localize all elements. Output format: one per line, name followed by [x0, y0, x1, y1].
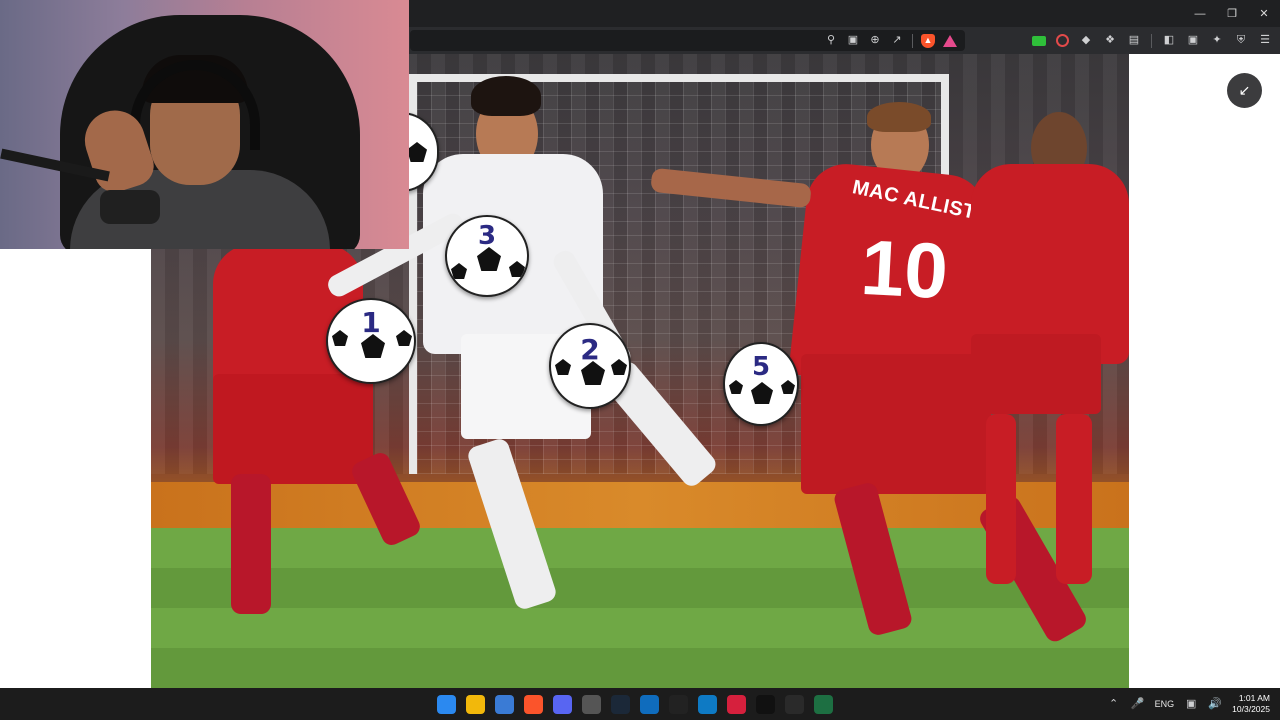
close-icon[interactable]: ✕ [1248, 0, 1280, 27]
right-player-shorts [971, 334, 1101, 414]
cast-icon[interactable]: ▣ [846, 34, 860, 48]
capture-app-icon[interactable] [669, 694, 688, 714]
brave-rewards-icon[interactable] [943, 34, 957, 47]
ball-1: 1 [326, 298, 416, 384]
outlook-icon[interactable] [640, 694, 659, 714]
shirt-number: 10 [858, 222, 951, 316]
key-icon[interactable]: ⚲ [824, 34, 838, 48]
wallet-icon[interactable]: ▣ [1186, 34, 1200, 48]
steam-icon[interactable] [611, 694, 630, 714]
vpn-icon[interactable]: ⛨ [1234, 34, 1248, 48]
clock-date: 10/3/2025 [1232, 704, 1270, 714]
address-bar-actions: ⚲ ▣ ⊕ ↗ ▲ [824, 30, 957, 51]
language-indicator[interactable]: ENG [1155, 699, 1175, 709]
red-app-icon[interactable] [727, 694, 746, 714]
diamond-extension-icon[interactable]: ◆ [1079, 34, 1093, 48]
obs-icon[interactable] [785, 694, 804, 714]
chevron-up-icon[interactable]: ⌃ [1107, 697, 1121, 711]
task-app-icon[interactable] [698, 694, 717, 714]
taskbar-apps [437, 688, 833, 720]
discord-icon[interactable] [553, 694, 572, 714]
ball-3: 3 [445, 215, 529, 297]
divider [1151, 33, 1152, 48]
brave-shield-icon[interactable]: ▲ [921, 33, 935, 48]
clock[interactable]: 1:01 AM 10/3/2025 [1232, 693, 1270, 715]
right-player-leg [1056, 414, 1092, 584]
menu-icon[interactable]: ☰ [1258, 34, 1272, 48]
extension-toolbar: ◆ ❖ ▤ ◧ ▣ ✦ ⛨ ☰ [1032, 27, 1272, 54]
reading-list-icon[interactable]: ▤ [1127, 34, 1141, 48]
microphone-icon[interactable]: 🎤 [1131, 697, 1145, 711]
puzzle-icon[interactable]: ❖ [1103, 34, 1117, 48]
mac-allister-shorts [801, 354, 991, 494]
minimize-icon[interactable]: — [1184, 0, 1216, 27]
clock-app-icon[interactable] [582, 694, 601, 714]
share-icon[interactable]: ↗ [890, 34, 904, 48]
brave-icon[interactable] [524, 694, 543, 714]
tiktok-icon[interactable] [756, 694, 775, 714]
volume-icon[interactable]: 🔊 [1208, 697, 1222, 711]
sidebar-icon[interactable]: ◧ [1162, 34, 1176, 48]
leo-ai-icon[interactable]: ✦ [1210, 34, 1224, 48]
liverpool-shorts-left [213, 374, 373, 484]
file-explorer-icon[interactable] [466, 694, 485, 714]
system-tray: ⌃ 🎤 ENG ▣ 🔊 1:01 AM 10/3/2025 [1107, 688, 1280, 720]
zoom-icon[interactable]: ⊕ [868, 34, 882, 48]
record-extension-icon[interactable] [1056, 34, 1069, 47]
window-controls: — ❐ ✕ [1184, 0, 1280, 27]
webcam-overlay [0, 0, 409, 249]
divider [912, 33, 913, 48]
sheets-app-icon[interactable] [814, 694, 833, 714]
store-icon[interactable] [495, 694, 514, 714]
taskbar: ⌃ 🎤 ENG ▣ 🔊 1:01 AM 10/3/2025 [0, 688, 1280, 720]
white-player-hair [471, 76, 541, 116]
display-icon[interactable]: ▣ [1184, 697, 1198, 711]
address-bar[interactable]: ⚲ ▣ ⊕ ↗ ▲ [410, 30, 965, 51]
ball-5: 5 [723, 342, 799, 426]
pitch-grass [151, 528, 1129, 688]
mac-allister-hair [867, 102, 931, 132]
right-player-leg-2 [986, 414, 1016, 584]
clock-time: 1:01 AM [1238, 693, 1270, 703]
microphone [100, 190, 160, 224]
liverpool-leg-left [231, 474, 271, 614]
restore-icon[interactable]: ❐ [1216, 0, 1248, 27]
ball-2: 2 [549, 323, 631, 409]
collapse-icon[interactable]: ↙ [1227, 73, 1262, 108]
green-extension-icon[interactable] [1032, 35, 1046, 46]
windows-start-icon[interactable] [437, 694, 456, 714]
